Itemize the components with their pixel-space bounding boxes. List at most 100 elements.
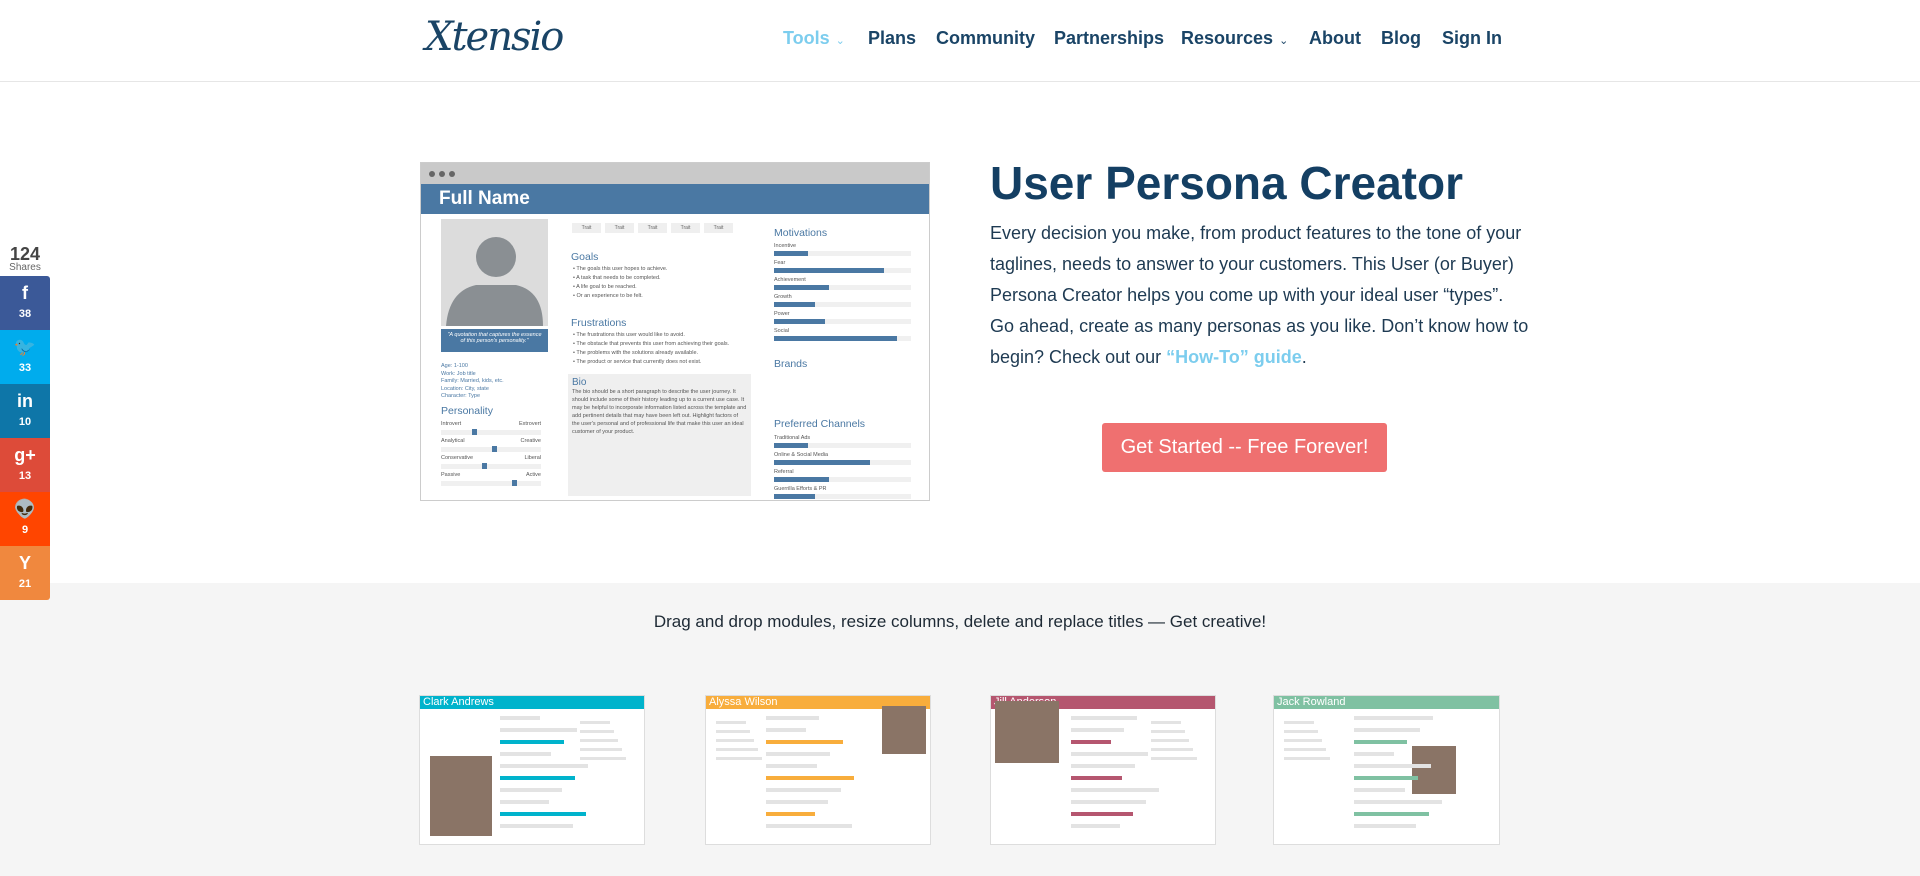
motivation-bar-fill xyxy=(774,285,829,290)
placeholder-line xyxy=(500,752,551,756)
persona-photo xyxy=(995,701,1059,763)
get-started-button[interactable]: Get Started -- Free Forever! xyxy=(1102,423,1387,472)
slider-knob xyxy=(492,446,497,452)
nav-plans[interactable]: Plans xyxy=(868,28,916,49)
placeholder-line xyxy=(1071,776,1122,780)
share-button-twitter[interactable]: 🐦 33 xyxy=(0,330,50,384)
channel-bar-fill xyxy=(774,477,829,482)
share-button-reddit[interactable]: 👽 9 xyxy=(0,492,50,546)
placeholder-line xyxy=(1354,728,1420,732)
persona-example-card[interactable]: Alyssa Wilson xyxy=(705,695,931,845)
placeholder-line xyxy=(500,824,573,828)
trait-right-label: Extrovert xyxy=(518,421,541,427)
placeholder-line xyxy=(580,757,626,760)
placeholder-line xyxy=(766,776,854,780)
nav-label: Tools xyxy=(783,28,830,48)
how-to-guide-link[interactable]: “How-To” guide xyxy=(1166,347,1302,367)
motivation-label: Incentive xyxy=(774,243,797,249)
linkedin-icon: in xyxy=(17,391,33,411)
slider-knob xyxy=(472,429,477,435)
motivation-bar xyxy=(774,285,911,290)
personality-slider xyxy=(441,429,541,435)
hero-description: Every decision you make, from product fe… xyxy=(990,218,1530,373)
placeholder-line xyxy=(500,764,588,768)
placeholder-line xyxy=(716,721,746,724)
placeholder-line xyxy=(766,752,830,756)
placeholder-line xyxy=(716,757,762,760)
channel-bar xyxy=(774,494,911,499)
info-item: Location: City, state xyxy=(441,385,489,392)
placeholder-line xyxy=(1071,812,1133,816)
share-count: 13 xyxy=(18,470,32,482)
share-button-google-plus[interactable]: g+ 13 xyxy=(0,438,50,492)
chevron-down-icon: ⌄ xyxy=(1279,35,1289,47)
info-item: Age: 1-100 xyxy=(441,363,468,369)
avatar-placeholder xyxy=(441,219,548,326)
nav-sign-in[interactable]: Sign In xyxy=(1442,28,1502,49)
goal-item: • The goals this user hopes to achieve. xyxy=(573,266,668,272)
hero-text: Every decision you make, from product fe… xyxy=(990,223,1529,367)
frustration-item: • The product or service that currently … xyxy=(573,359,702,365)
share-button-linkedin[interactable]: in 10 xyxy=(0,384,50,438)
placeholder-line xyxy=(1354,788,1405,792)
persona-example-card[interactable]: Jack Rowland xyxy=(1273,695,1500,845)
personality-slider xyxy=(441,446,541,452)
placeholder-line xyxy=(580,739,618,742)
window-dot-icon xyxy=(449,171,455,177)
user-silhouette-icon xyxy=(446,237,543,326)
placeholder-line xyxy=(766,728,806,732)
channel-label: Referral xyxy=(774,469,794,475)
header: Xtensio Tools ⌄ Plans Community Partnersh… xyxy=(0,0,1920,82)
channels-heading: Preferred Channels xyxy=(774,418,866,430)
channel-bar-fill xyxy=(774,443,809,448)
placeholder-line xyxy=(1354,800,1442,804)
motivation-label: Power xyxy=(774,311,790,317)
motivation-bar-fill xyxy=(774,319,825,324)
nav-blog[interactable]: Blog xyxy=(1381,28,1421,49)
nav-label: Resources xyxy=(1181,28,1274,48)
placeholder-line xyxy=(1071,800,1146,804)
placeholder-line xyxy=(500,740,564,744)
persona-photo xyxy=(430,756,492,836)
placeholder-line xyxy=(1284,739,1322,742)
placeholder-line xyxy=(500,716,540,720)
motivation-bar xyxy=(774,336,911,341)
window-dot-icon xyxy=(429,171,435,177)
nav-about[interactable]: About xyxy=(1309,28,1361,49)
placeholder-line xyxy=(1071,728,1124,732)
logo[interactable]: Xtensio xyxy=(425,14,564,60)
share-count: 38 xyxy=(18,308,32,320)
placeholder-line xyxy=(1284,757,1330,760)
personality-slider xyxy=(441,463,541,469)
placeholder-line xyxy=(1354,752,1394,756)
placeholder-line xyxy=(766,788,841,792)
channel-bar xyxy=(774,477,911,482)
placeholder-line xyxy=(766,812,815,816)
persona-quote: "A quotation that captures the essence o… xyxy=(441,329,548,352)
placeholder-line xyxy=(1071,824,1120,828)
persona-photo xyxy=(882,706,926,754)
share-button-facebook[interactable]: f 38 xyxy=(0,276,50,330)
persona-example-card[interactable]: Jill Anderson xyxy=(990,695,1216,845)
placeholder-line xyxy=(1354,716,1433,720)
placeholder-line xyxy=(1284,721,1314,724)
trait-tag: Trait xyxy=(671,223,700,233)
placeholder-line xyxy=(716,748,758,751)
share-label: Shares xyxy=(9,262,41,273)
motivation-label: Achievement xyxy=(774,277,806,283)
nav-tools[interactable]: Tools ⌄ xyxy=(783,28,845,49)
nav-community[interactable]: Community xyxy=(936,28,1035,49)
frustration-item: • The problems with the solutions alread… xyxy=(573,350,699,356)
placeholder-line xyxy=(500,788,562,792)
placeholder-line xyxy=(1151,757,1197,760)
share-button-hacker-news[interactable]: Y 21 xyxy=(0,546,50,600)
share-count: 10 xyxy=(18,416,32,428)
nav-resources[interactable]: Resources ⌄ xyxy=(1181,28,1288,49)
section-caption: Drag and drop modules, resize columns, d… xyxy=(653,612,1267,631)
placeholder-line xyxy=(1071,788,1159,792)
nav-partnerships[interactable]: Partnerships xyxy=(1054,28,1164,49)
placeholder-line xyxy=(1354,740,1407,744)
persona-example-card[interactable]: Clark Andrews xyxy=(419,695,645,845)
placeholder-line xyxy=(1071,740,1111,744)
share-count: 9 xyxy=(21,524,29,536)
